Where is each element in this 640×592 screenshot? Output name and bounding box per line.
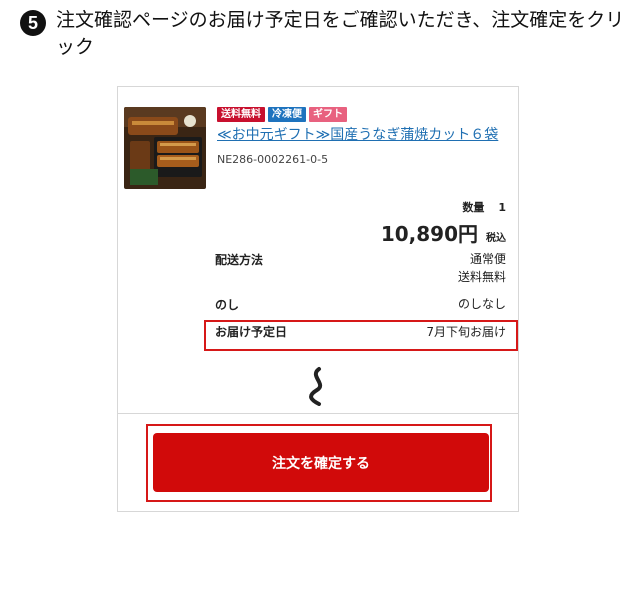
frozen-delivery-badge: 冷凍便 bbox=[268, 107, 306, 122]
shipping-method-label: 配送方法 bbox=[215, 253, 264, 267]
quantity-value: 1 bbox=[498, 201, 506, 214]
shipping-type: 通常便 bbox=[469, 252, 506, 266]
product-thumbnail[interactable] bbox=[124, 107, 206, 189]
step-number-badge: 5 bbox=[20, 10, 46, 36]
noshi-label: のし bbox=[215, 298, 240, 312]
omission-wave-icon bbox=[309, 367, 323, 406]
order-confirm-card: 送料無料 冷凍便 ギフト ≪お中元ギフト≫国産うなぎ蒲焼カット６袋 NE286-… bbox=[117, 86, 519, 512]
instruction-text: 注文確認ページのお届け予定日をご確認いただき、注文確定をクリック bbox=[56, 9, 625, 58]
product-sku: NE286-0002261-0-5 bbox=[217, 153, 329, 166]
noshi-value: のしなし bbox=[457, 297, 506, 311]
quantity-display: 数量 1 bbox=[462, 199, 506, 215]
delivery-date-highlight bbox=[204, 320, 518, 351]
shipping-fee: 送料無料 bbox=[457, 270, 506, 284]
free-shipping-badge: 送料無料 bbox=[217, 107, 265, 122]
tax-label: 税込 bbox=[486, 233, 506, 244]
section-divider bbox=[118, 413, 518, 414]
price-value: 10,890円 bbox=[380, 222, 478, 246]
quantity-label: 数量 bbox=[462, 201, 485, 214]
product-badges: 送料無料 冷凍便 ギフト bbox=[217, 107, 347, 122]
gift-badge: ギフト bbox=[309, 107, 347, 122]
product-name-link[interactable]: ≪お中元ギフト≫国産うなぎ蒲焼カット６袋 bbox=[217, 125, 507, 145]
price-display: 10,890円 税込 bbox=[381, 218, 506, 247]
confirm-order-button[interactable]: 注文を確定する bbox=[153, 433, 489, 492]
shipping-method-value: 通常便 送料無料 bbox=[458, 250, 506, 286]
